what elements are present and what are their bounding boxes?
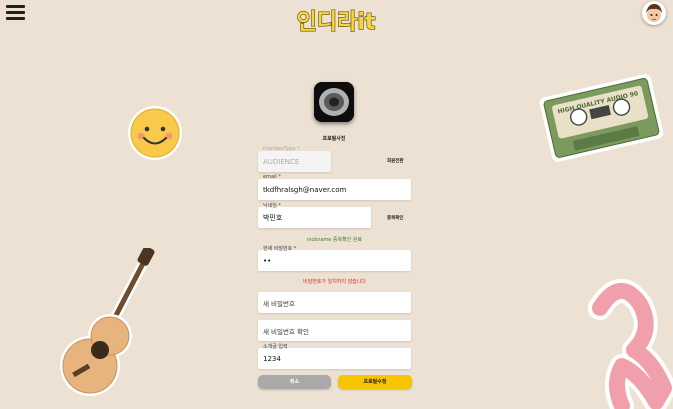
guitar-sticker (60, 248, 155, 396)
nickname-field[interactable]: 닉네임 * 박민호 (258, 202, 371, 228)
smiley-sticker (128, 106, 182, 160)
member-type-value: AUDIENCE (263, 157, 300, 166)
current-password-label: 현재 비밀번호 * (262, 245, 298, 252)
current-password-field[interactable]: 현재 비밀번호 * •• (258, 245, 411, 271)
menu-icon[interactable] (6, 5, 25, 20)
app-logo[interactable]: 인디라it (283, 6, 389, 36)
member-type-label: memberType * (262, 146, 301, 152)
logo-text: 인디라it (297, 10, 376, 35)
member-type-field: memberType * AUDIENCE (258, 146, 331, 172)
password-error-message: 비밀번호가 일치하지 않습니다 (303, 279, 366, 285)
profile-caption: 프로필사진 (322, 136, 346, 142)
new-password-placeholder: 새 비밀번호 (263, 299, 295, 308)
profile-image[interactable] (314, 82, 354, 122)
confirm-password-placeholder: 새 비밀번호 확인 (263, 327, 309, 336)
check-duplicate-button[interactable]: 중복확인 (387, 215, 404, 221)
current-password-value: •• (263, 256, 272, 265)
nickname-status-message: nickname 중복확인 완료 (306, 237, 363, 243)
cancel-button[interactable]: 취소 (258, 375, 331, 389)
switch-member-button[interactable]: 회원전환 (387, 158, 404, 164)
intro-field[interactable]: 소개글 입력 1234 (258, 343, 411, 369)
edit-profile-button[interactable]: 프로필수정 (338, 375, 412, 389)
confirm-password-field[interactable]: 새 비밀번호 확인 (258, 320, 411, 341)
nickname-value: 박민호 (263, 213, 283, 222)
email-field[interactable]: email * tkdfhralsgh@naver.com (258, 174, 411, 200)
intro-label: 소개글 입력 (262, 343, 289, 350)
email-label: email * (262, 174, 282, 180)
cassette-sticker: HIGH QUALITY AUDIO 90 (539, 74, 664, 162)
pink-graffiti-sticker (588, 279, 673, 409)
user-avatar[interactable] (642, 1, 666, 25)
email-value: tkdfhralsgh@naver.com (263, 185, 347, 194)
new-password-field[interactable]: 새 비밀번호 (258, 292, 411, 313)
nickname-label: 닉네임 * (262, 202, 282, 209)
intro-value: 1234 (263, 354, 281, 363)
